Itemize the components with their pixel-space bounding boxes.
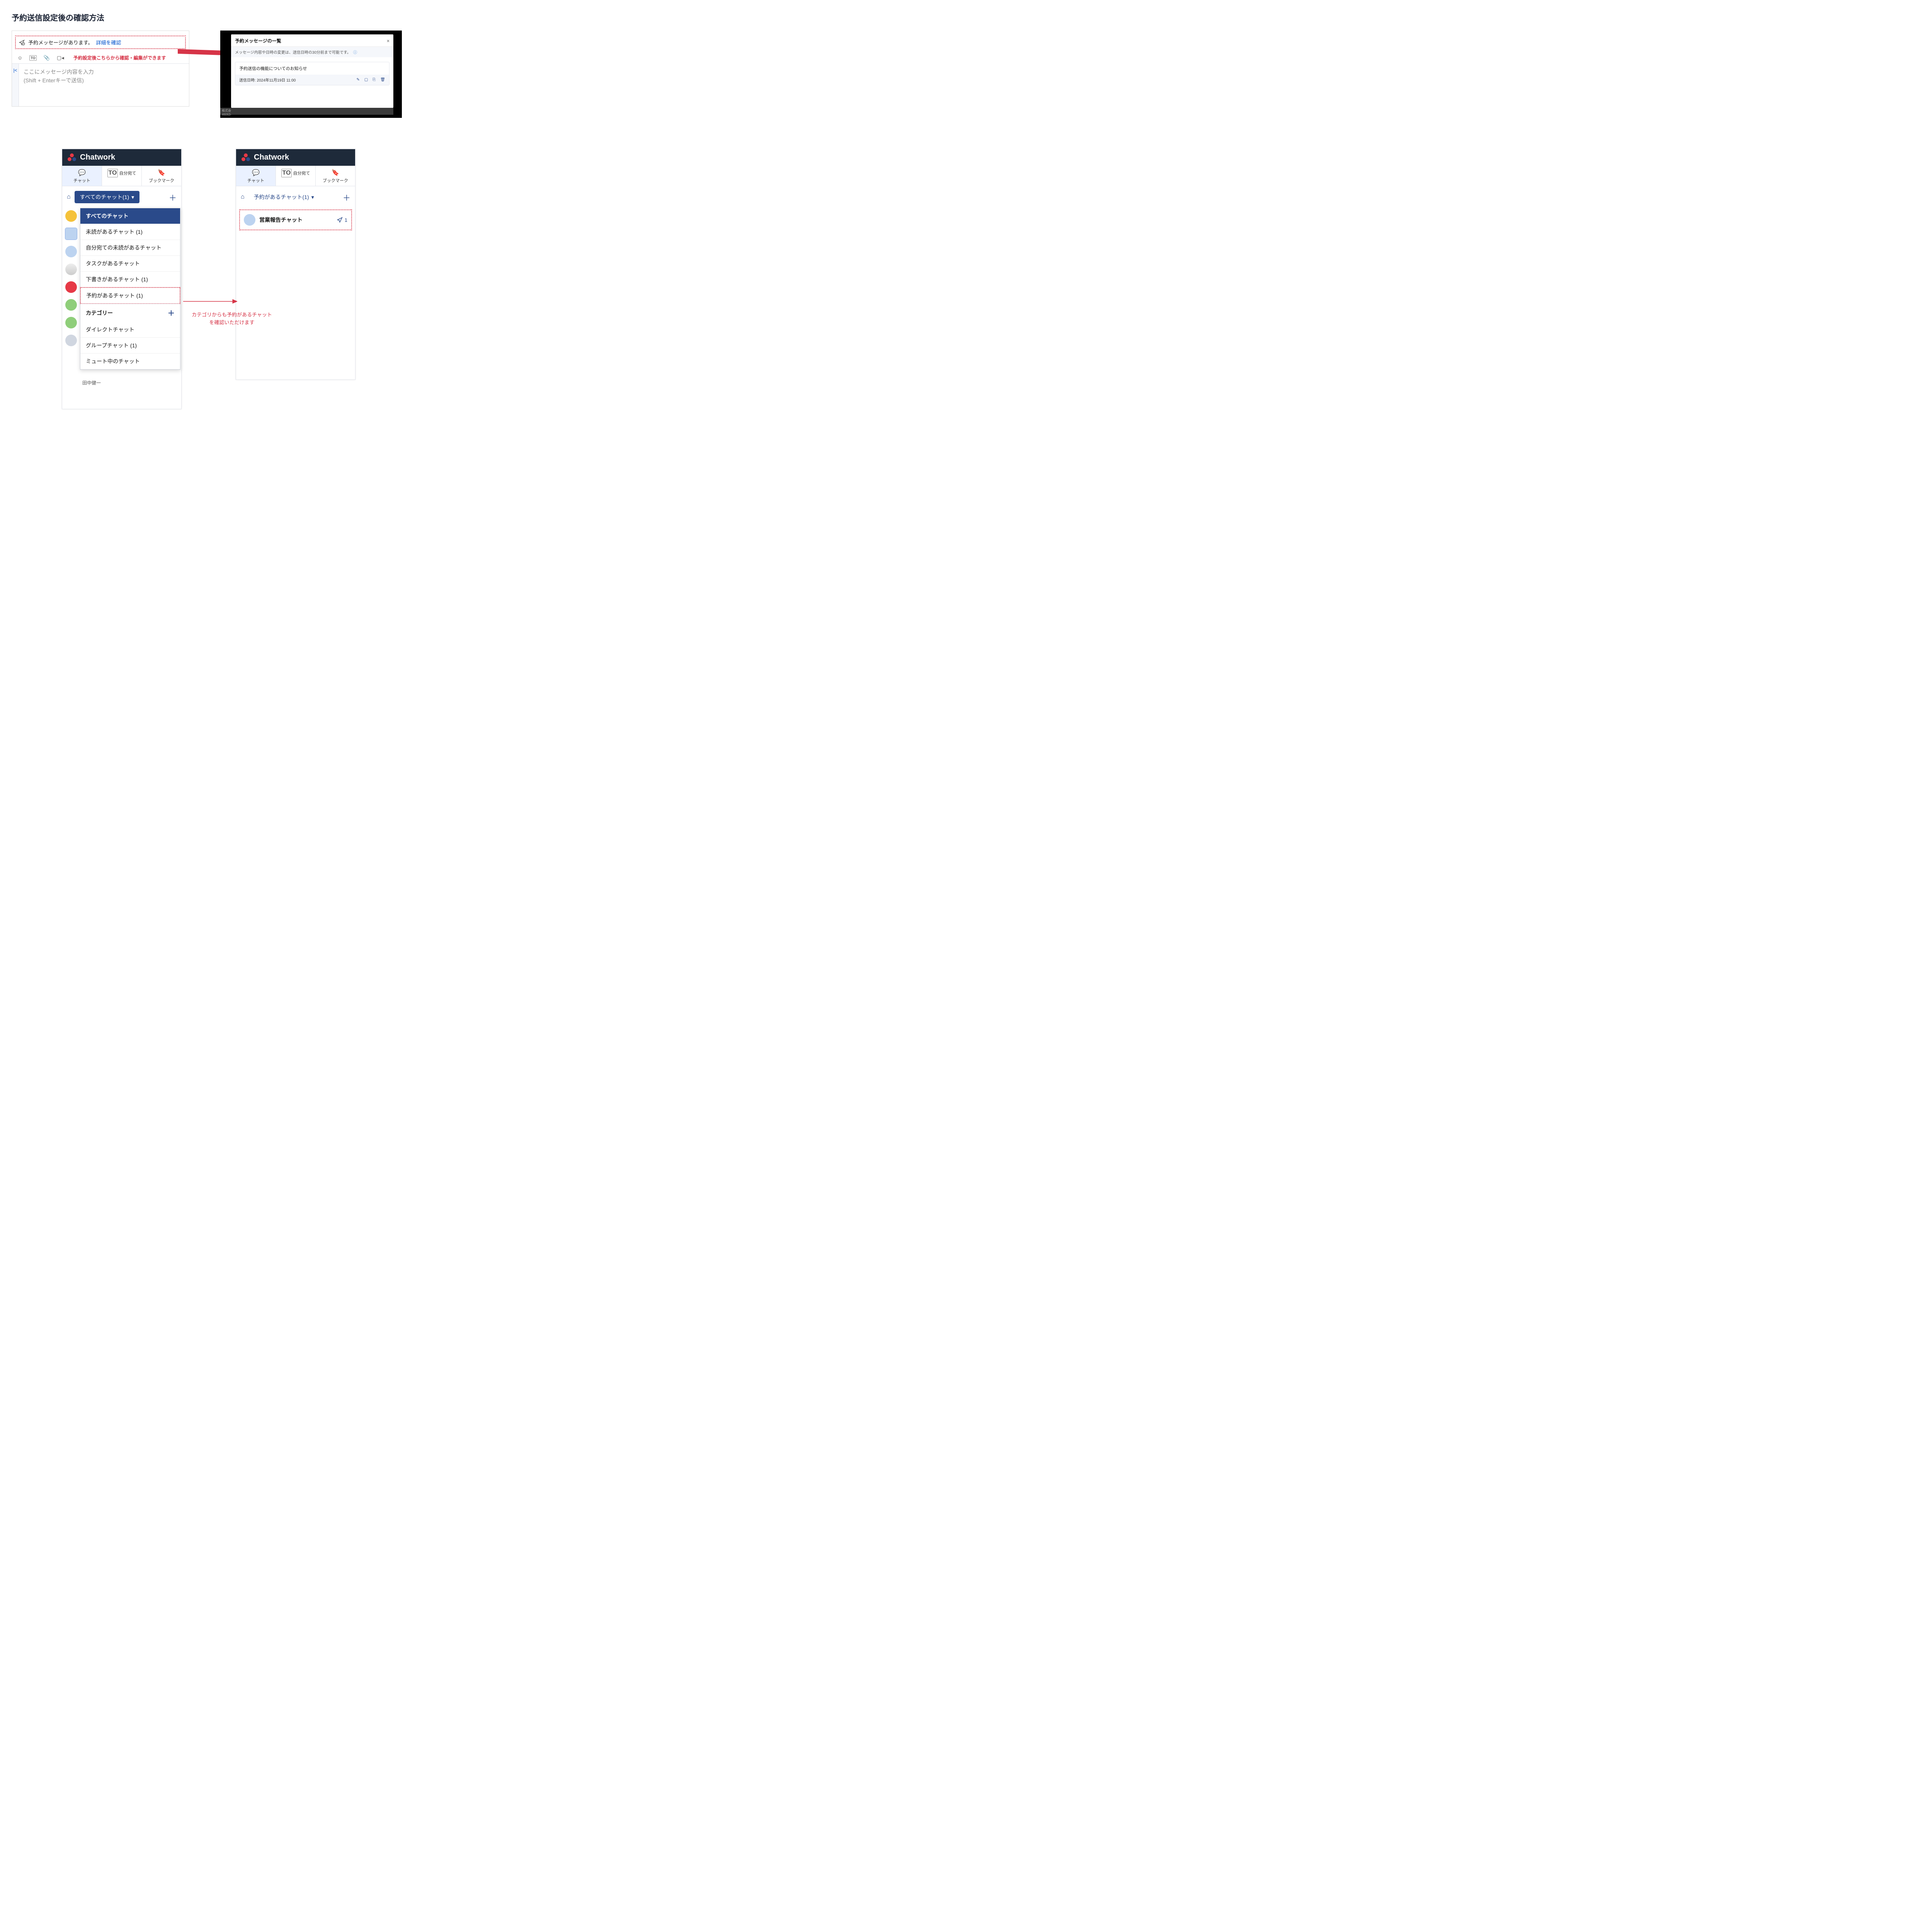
composer-toolbar: ☺ TO 📎 ▢◂ 予約設定後こちらから確認・編集ができます [12, 52, 189, 63]
calendar-icon[interactable]: ▢ [364, 78, 368, 82]
edit-icon[interactable]: ✎ [356, 78, 359, 82]
filter-label: すべてのチャット(1) [80, 193, 129, 201]
chatwork-panel-right: Chatwork 💬 チャット TO 自分宛て 🔖 ブックマーク ⌂ 予約がある… [236, 149, 355, 380]
dd-item-all[interactable]: すべてのチャット [80, 208, 180, 224]
chatwork-header: Chatwork [236, 149, 355, 166]
avatar[interactable] [65, 299, 77, 311]
tab-bookmark-label: ブックマーク [323, 179, 348, 183]
composer-panel: 予約メッセージがあります。 詳細を確認 ☺ TO 📎 ▢◂ 予約設定後こちらから… [12, 31, 189, 107]
category-label: カテゴリー [86, 309, 113, 317]
avatar[interactable] [65, 228, 77, 240]
close-icon[interactable]: × [387, 38, 389, 44]
emoji-icon[interactable]: ☺ [17, 55, 22, 61]
home-icon[interactable]: ⌂ [67, 194, 71, 201]
video-icon[interactable]: ▢◂ [57, 55, 64, 61]
scheduled-item-title: 予約送信の機能についてのお知らせ [235, 62, 389, 75]
tab-chat[interactable]: 💬 チャット [62, 166, 102, 186]
banner-text: 予約メッセージがあります。 [28, 39, 93, 46]
help-icon[interactable]: ⓘ [353, 49, 357, 55]
dd-item-self-unread[interactable]: 自分宛ての未読があるチャット [80, 240, 180, 256]
brand-name: Chatwork [254, 153, 289, 162]
meta-value: 2024年11月19日 11:00 [257, 78, 296, 83]
tab-chat[interactable]: 💬 チャット [236, 166, 276, 186]
add-button[interactable]: ＋ [169, 192, 177, 203]
dd-item-direct[interactable]: ダイレクトチャット [80, 322, 180, 338]
tab-bookmark[interactable]: 🔖 ブックマーク [316, 166, 355, 186]
banner-detail-link[interactable]: 詳細を確認 [96, 39, 121, 46]
dd-category-header: カテゴリー ＋ [80, 304, 180, 322]
chat-icon: 💬 [236, 169, 276, 177]
chat-name: 営業報告チャット [259, 216, 303, 224]
chat-row-scheduled[interactable]: 営業報告チャット 1 [239, 209, 352, 230]
chatwork-header: Chatwork [62, 149, 181, 166]
chatwork-logo-icon [242, 153, 250, 162]
schedule-send-icon [337, 217, 343, 223]
page-title: 予約送信設定後の確認方法 [12, 12, 1920, 23]
placeholder-line2: (Shift + Enterキーで送信) [24, 76, 184, 85]
footer-text-2: 46063- [222, 113, 231, 116]
dd-item-mute[interactable]: ミュート中のチャット [80, 354, 180, 369]
avatar[interactable] [65, 264, 77, 275]
attach-icon[interactable]: 📎 [44, 55, 50, 61]
filter-label: 予約があるチャット(1) [254, 193, 309, 201]
scheduled-list-modal: 予約メッセージの一覧 × メッセージ内容や日時の変更は、送信日時の30分前まで可… [231, 34, 393, 108]
chevron-down-icon: ▾ [311, 194, 314, 201]
home-icon[interactable]: ⌂ [241, 194, 245, 201]
tab-bookmark[interactable]: 🔖 ブックマーク [142, 166, 181, 186]
to-icon: TO [107, 169, 118, 177]
collapse-handle[interactable]: |< [12, 64, 19, 106]
avatar [244, 214, 255, 226]
avatar[interactable] [65, 317, 77, 328]
tab-bookmark-label: ブックマーク [149, 179, 174, 183]
tab-chat-label: チャット [247, 179, 264, 183]
placeholder-line1: ここにメッセージ内容を入力 [24, 68, 184, 76]
schedule-send-icon [19, 39, 25, 46]
tab-self-label: 自分宛て [293, 171, 310, 176]
dd-item-unread[interactable]: 未読があるチャット (1) [80, 224, 180, 240]
filter-dropdown-button[interactable]: すべてのチャット(1) ▾ [75, 191, 139, 203]
bookmark-icon: 🔖 [316, 169, 355, 177]
dd-item-group[interactable]: グループチャット (1) [80, 338, 180, 354]
bookmark-icon: 🔖 [142, 169, 181, 177]
chevron-down-icon: ▾ [131, 194, 134, 201]
copy-icon[interactable]: ⎘ [372, 78, 376, 82]
modal-panel-wrapper: 予約メッセージの一覧 × メッセージ内容や日時の変更は、送信日時の30分前まで可… [220, 31, 402, 118]
brand-name: Chatwork [80, 153, 115, 162]
message-textarea[interactable]: ここにメッセージ内容を入力 (Shift + Enterキーで送信) [19, 64, 189, 106]
avatar[interactable] [65, 210, 77, 222]
dd-item-scheduled[interactable]: 予約があるチャット (1) [80, 287, 180, 304]
tab-chat-label: チャット [73, 179, 90, 183]
avatar-column [65, 210, 77, 346]
to-icon: TO [281, 169, 292, 177]
tab-self-label: 自分宛て [119, 171, 136, 176]
tab-self[interactable]: TO 自分宛て [102, 166, 142, 186]
tab-self[interactable]: TO 自分宛て [276, 166, 316, 186]
dd-item-draft[interactable]: 下書きがあるチャット (1) [80, 272, 180, 287]
composer-annotation: 予約設定後こちらから確認・編集ができます [73, 54, 166, 61]
filter-dropdown-menu: すべてのチャット 未読があるチャット (1) 自分宛ての未読があるチャット タス… [80, 208, 180, 370]
avatar[interactable] [65, 246, 77, 257]
add-category-icon[interactable]: ＋ [168, 308, 175, 318]
add-button[interactable]: ＋ [343, 192, 350, 203]
filter-dropdown-button[interactable]: 予約があるチャット(1) ▾ [248, 191, 320, 203]
arrow-right-thin-icon [183, 296, 237, 307]
chat-icon: 💬 [62, 169, 102, 177]
modal-subtitle: メッセージ内容や日時の変更は、送信日時の30分前まで可能です。 [235, 49, 351, 55]
avatar[interactable] [65, 281, 77, 293]
meta-label: 送信日時: [239, 78, 256, 83]
scheduled-item[interactable]: 予約送信の機能についてのお知らせ 送信日時: 2024年11月19日 11:00… [235, 62, 389, 85]
badge-count: 1 [345, 217, 347, 223]
to-button[interactable]: TO [29, 55, 36, 61]
scheduled-banner[interactable]: 予約メッセージがあります。 詳細を確認 [15, 36, 186, 49]
dd-item-task[interactable]: タスクがあるチャット [80, 256, 180, 272]
footer-text-1: 株式会 [222, 109, 231, 112]
chatwork-logo-icon [68, 153, 76, 162]
avatar[interactable] [65, 335, 77, 346]
delete-icon[interactable]: 🗑 [380, 78, 385, 82]
modal-title: 予約メッセージの一覧 [235, 37, 281, 44]
chatwork-panel-left: Chatwork 💬 チャット TO 自分宛て 🔖 ブックマーク ⌂ すべてのチ… [62, 149, 182, 409]
chat-name-partial: 田中健一 [82, 379, 101, 386]
